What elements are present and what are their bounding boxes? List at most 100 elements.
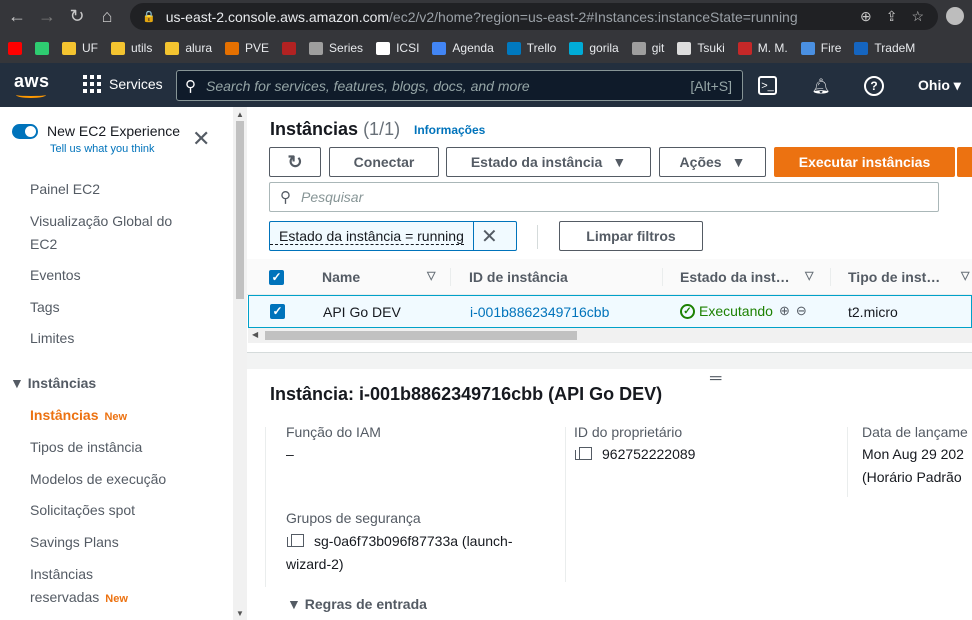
sidebar-section-instances[interactable]: ▼ Instâncias [10,375,96,391]
search-shortcut: [Alt+S] [690,77,732,94]
refresh-button[interactable]: ↻ [269,147,321,177]
sidebar-item-global-view[interactable]: Visualização Global do EC2 [30,210,200,256]
sidebar-item-instances[interactable]: Instâncias New [30,404,127,429]
scrollbar-thumb[interactable] [236,121,244,299]
row-checkbox[interactable]: ✓ [270,304,285,319]
security-group-link-cont[interactable]: wizard-2) [286,553,344,575]
owner-id-label: ID do proprietário [574,424,683,440]
bell-icon[interactable]: 🔔︎ [811,76,831,96]
clear-filters-button[interactable]: Limpar filtros [559,221,703,251]
sidebar-scrollbar[interactable]: ▲ ▼ [233,107,247,620]
sidebar-item-events[interactable]: Eventos [30,264,81,287]
sidebar-item-savings-plans[interactable]: Savings Plans [30,531,119,554]
bookmark-label: M. M. [757,41,788,55]
home-icon[interactable]: ⌂ [94,4,120,30]
bookmark-icon [737,41,752,55]
bookmark-item[interactable]: Trello [506,41,556,55]
instance-state-button[interactable]: Estado da instância ▼ [446,147,651,177]
column-divider [450,268,451,286]
sidebar-item-instance-types[interactable]: Tipos de instância [30,436,142,459]
bookmark-item[interactable]: Fire [800,41,841,55]
bookmark-item[interactable]: Agenda [432,41,494,55]
bookmark-item[interactable]: Tsuki [677,41,725,55]
bookmark-item[interactable]: M. M. [737,41,788,55]
url-bar[interactable]: 🔒 us-east-2.console.aws.amazon.com /ec2/… [130,3,938,30]
bookmark-item[interactable]: gorila [569,41,619,55]
scroll-left-icon[interactable]: ◀ [252,330,258,339]
reload-icon[interactable]: ↻ [64,4,90,30]
column-header-state[interactable]: Estado da inst… [680,269,790,285]
bookmark-item[interactable]: Series [309,41,363,55]
bookmark-item[interactable]: TradeM [854,41,915,55]
column-header-name[interactable]: Name [322,269,360,285]
copy-icon[interactable] [575,447,592,460]
sidebar-item-label: Instâncias [30,407,99,423]
sidebar-item-limits[interactable]: Limites [30,327,74,350]
caret-down-icon: ▼ [731,154,746,170]
select-all-checkbox[interactable]: ✓ [269,270,284,285]
bookmark-icon [282,41,297,55]
scroll-up-icon[interactable]: ▲ [236,110,244,119]
cell-name: API Go DEV [323,304,401,320]
filter-token-label[interactable]: Estado da instância = running [270,228,464,245]
cloudshell-icon[interactable]: >_ [758,76,777,95]
sidebar-item-launch-templates[interactable]: Modelos de execução [30,468,166,491]
bookmark-item[interactable]: ICSI [376,41,419,55]
region-selector[interactable]: Ohio ▾ [918,77,961,94]
table-row[interactable]: ✓ API Go DEV i-001b8862349716cbb ✓ Execu… [248,295,972,328]
url-tools: ⊕ ⇪ ☆ [860,3,924,30]
zoom-in-icon[interactable]: ⊕ [779,303,790,319]
zoom-out-icon[interactable]: ⊖ [796,303,807,319]
table-horizontal-scrollbar[interactable]: ◀ [248,328,972,343]
info-link[interactable]: Informações [414,123,485,137]
feedback-link[interactable]: Tell us what you think [50,143,155,155]
zoom-icon[interactable]: ⊕ [860,8,872,25]
bookmark-icon [376,41,391,55]
bookmark-item[interactable] [282,41,297,55]
help-icon[interactable]: ? [864,76,884,96]
star-icon[interactable]: ☆ [911,8,924,25]
launch-instances-button[interactable]: Executar instâncias [774,147,955,177]
remove-filter-icon[interactable]: ✕ [472,222,505,250]
search-input[interactable]: ⚲ Pesquisar [269,182,939,212]
bookmark-item[interactable]: PVE [225,41,269,55]
bookmark-item[interactable]: utils [111,41,152,55]
sidebar-item-spot-requests[interactable]: Solicitações spot [30,499,135,522]
drag-handle-icon[interactable]: ═ [710,370,721,388]
aws-logo[interactable]: aws [14,71,50,98]
sidebar-item-reserved-instances[interactable]: Instâncias reservadas New [30,563,140,611]
column-header-type[interactable]: Tipo de inst… [848,269,940,285]
bookmark-icon [631,41,646,55]
bookmark-item[interactable]: git [631,41,664,55]
connect-button[interactable]: Conectar [329,147,439,177]
sidebar-item-dashboard[interactable]: Painel EC2 [30,178,100,201]
new-experience-toggle[interactable] [12,124,38,139]
services-label: Services [109,76,163,92]
inbound-rules-expander[interactable]: ▼ Regras de entrada [287,596,427,612]
scrollbar-thumb[interactable] [265,331,577,340]
sort-icon[interactable]: ▽ [805,269,813,282]
forward-icon[interactable]: → [34,4,60,30]
cell-instance-id-link[interactable]: i-001b8862349716cbb [470,304,609,320]
security-group-link[interactable]: sg-0a6f73b096f87733a (launch- [287,530,513,552]
scroll-down-icon[interactable]: ▼ [236,609,244,618]
bookmark-item[interactable] [35,41,49,55]
bookmark-item[interactable] [8,41,22,55]
profile-avatar[interactable] [946,7,964,25]
bookmark-item[interactable]: alura [165,41,212,55]
share-icon[interactable]: ⇪ [886,8,898,25]
actions-button[interactable]: Ações ▼ [659,147,766,177]
back-icon[interactable]: ← [4,4,30,30]
column-header-instance-id[interactable]: ID de instância [469,269,568,285]
sort-icon[interactable]: ▽ [961,269,969,282]
sort-icon[interactable]: ▽ [427,269,435,282]
url-host: us-east-2.console.aws.amazon.com [165,8,390,25]
close-icon[interactable]: ✕ [192,128,210,150]
services-menu[interactable]: Services [83,75,163,93]
aws-search-input[interactable]: ⚲ Search for services, features, blogs, … [176,70,743,101]
sidebar-item-tags[interactable]: Tags [30,296,60,319]
launch-dropdown-button[interactable] [957,147,972,177]
copy-icon[interactable] [287,534,304,547]
bookmark-item[interactable]: UF [62,41,98,55]
experience-title: New EC2 Experience [47,123,181,139]
